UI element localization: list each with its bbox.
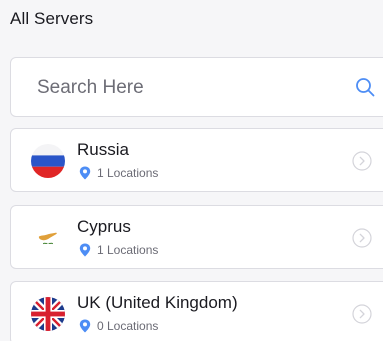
search-input[interactable]: [37, 74, 337, 102]
server-item-cyprus[interactable]: Cyprus 1 Locations: [10, 205, 383, 269]
location-count-label: 1 Locations: [97, 243, 159, 257]
location-count-label: 1 Locations: [97, 166, 159, 180]
location-count-label: 0 Locations: [97, 319, 159, 333]
chevron-right-icon[interactable]: [352, 228, 372, 248]
location-pin-icon: [79, 243, 91, 257]
server-name: UK (United Kingdom): [77, 293, 238, 312]
russia-flag-icon: [31, 144, 65, 178]
search-icon[interactable]: [354, 76, 376, 98]
search-box[interactable]: [10, 57, 383, 117]
location-pin-icon: [79, 319, 91, 333]
location-pin-icon: [79, 166, 91, 180]
location-count: 1 Locations: [79, 166, 158, 180]
chevron-right-icon[interactable]: [352, 304, 372, 324]
location-count: 1 Locations: [79, 243, 158, 257]
server-list-page: All Servers Russia 1 Locations: [0, 0, 383, 341]
cyprus-flag-icon: [31, 221, 65, 255]
uk-flag-icon: [31, 297, 65, 331]
location-count: 0 Locations: [79, 319, 158, 333]
server-item-uk[interactable]: UK (United Kingdom) 0 Locations: [10, 281, 383, 341]
chevron-right-icon[interactable]: [352, 151, 372, 171]
server-name: Cyprus: [77, 217, 131, 236]
server-item-russia[interactable]: Russia 1 Locations: [10, 128, 383, 192]
page-title: All Servers: [10, 9, 94, 28]
server-name: Russia: [77, 140, 129, 159]
